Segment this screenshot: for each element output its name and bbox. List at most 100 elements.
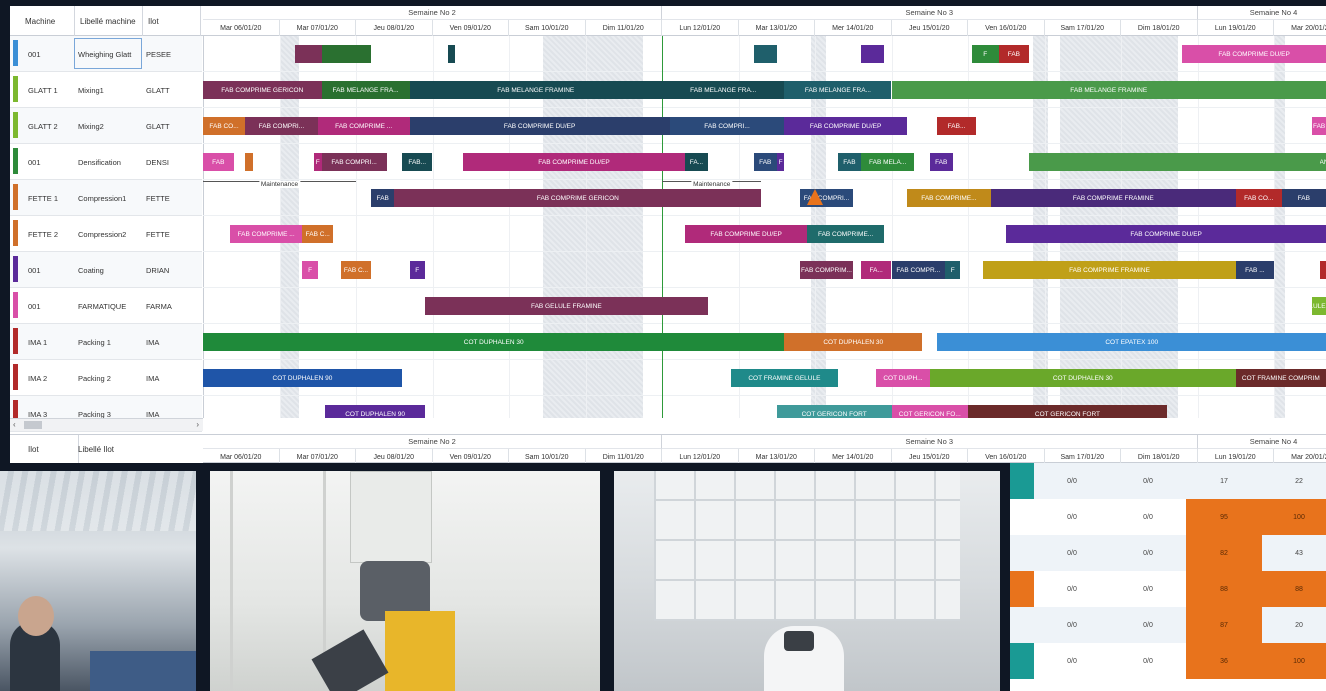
task-bar[interactable]: FAB COMPRIME DU/EP: [1006, 225, 1326, 243]
load-cell[interactable]: 17: [1186, 463, 1262, 499]
task-bar[interactable]: FAB MELANGE FRA...: [662, 81, 785, 99]
task-bar[interactable]: FAB C...: [340, 261, 372, 279]
load-cell[interactable]: 100: [1262, 499, 1326, 535]
task-bar[interactable]: F: [776, 153, 785, 171]
task-bar[interactable]: FAB COMPRI...: [669, 117, 785, 135]
task-bar[interactable]: COT DUPHALEN 30: [929, 369, 1236, 387]
col-ilot-header[interactable]: Ilot: [143, 6, 201, 36]
task-bar[interactable]: [245, 153, 253, 171]
machine-row[interactable]: FETTE 1 Compression1 FETTE: [10, 180, 202, 216]
maintenance-marker[interactable]: Maintenance: [203, 181, 356, 190]
col-libelle-header[interactable]: Libellé machine: [75, 6, 143, 36]
load-cell[interactable]: 0/0: [1110, 535, 1186, 571]
task-bar[interactable]: COT DUPHALEN 30: [784, 333, 923, 351]
task-bar[interactable]: COT GERICON FO...: [891, 405, 968, 418]
task-bar[interactable]: COT FRAMINE COMPRIM: [1235, 369, 1326, 387]
task-bar[interactable]: FAB COMPRIME DU/EP: [784, 117, 907, 135]
task-bar[interactable]: FAB COMPRIME ...: [229, 225, 303, 243]
day-header[interactable]: Ven 09/01/20: [433, 20, 509, 36]
machine-row[interactable]: 001 FARMATIQUE FARMA: [10, 288, 202, 324]
day-header[interactable]: Lun 12/01/20: [662, 449, 739, 463]
day-header[interactable]: Mar 20/01/20: [1274, 20, 1326, 36]
task-bar[interactable]: FAB ...: [1235, 261, 1274, 279]
load-cell[interactable]: 0/0: [1034, 499, 1110, 535]
task-bar[interactable]: FAB: [837, 153, 861, 171]
day-header[interactable]: Mer 14/01/20: [815, 20, 892, 36]
day-header[interactable]: Mar 13/01/20: [739, 449, 815, 463]
scroll-left-icon[interactable]: ‹: [13, 420, 16, 429]
task-bar[interactable]: FAB COMPR...: [891, 261, 946, 279]
load-cell[interactable]: 43: [1262, 535, 1326, 571]
machine-row[interactable]: 001 Densification DENSI: [10, 144, 202, 180]
task-bar[interactable]: FAB GELULE FRAMIN: [1312, 297, 1326, 315]
task-bar[interactable]: COT DUPHALEN 90: [325, 405, 425, 418]
load-cell[interactable]: 0/0: [1110, 499, 1186, 535]
day-header[interactable]: Mar 06/01/20: [203, 20, 280, 36]
load-cell[interactable]: 20: [1262, 607, 1326, 643]
load-cell[interactable]: 36: [1186, 643, 1262, 679]
task-bar[interactable]: FAB: [203, 153, 234, 171]
day-header[interactable]: Ven 16/01/20: [968, 449, 1045, 463]
machine-row[interactable]: FETTE 2 Compression2 FETTE: [10, 216, 202, 252]
task-bar[interactable]: FAB MELANGE FRAMINE: [409, 81, 662, 99]
task-bar[interactable]: FAB: [929, 153, 953, 171]
footer-ilot-header[interactable]: Ilot: [20, 435, 79, 463]
task-bar[interactable]: FAB COMPRIME DU/EP: [684, 225, 808, 243]
machine-row[interactable]: 001 Wheighing Glatt PESEE: [10, 36, 202, 72]
load-cell[interactable]: 95: [1186, 499, 1262, 535]
machine-row[interactable]: IMA 2 Packing 2 IMA: [10, 360, 202, 396]
day-header[interactable]: Mar 13/01/20: [739, 20, 815, 36]
task-bar[interactable]: FA...: [860, 261, 892, 279]
task-bar[interactable]: F: [409, 261, 425, 279]
task-bar[interactable]: FAB COMPRIME GERICON: [394, 189, 762, 207]
day-header[interactable]: Jeu 08/01/20: [356, 20, 433, 36]
task-bar[interactable]: FA...: [684, 153, 708, 171]
day-header[interactable]: Ven 09/01/20: [433, 449, 509, 463]
day-header[interactable]: Mar 07/01/20: [280, 20, 356, 36]
col-machine-header[interactable]: Machine: [20, 6, 75, 36]
task-bar[interactable]: FAB: [998, 45, 1030, 63]
machine-row[interactable]: 001 Coating DRIAN: [10, 252, 202, 288]
task-bar[interactable]: [753, 45, 777, 63]
task-bar[interactable]: COT DUPH...: [876, 369, 930, 387]
load-cell[interactable]: 0/0: [1034, 571, 1110, 607]
task-bar[interactable]: FAB GELULE FRAMINE: [424, 297, 708, 315]
footer-libelle-header[interactable]: Libellé Ilot: [78, 435, 114, 463]
load-cell[interactable]: 82: [1186, 535, 1262, 571]
task-bar[interactable]: FAB...: [937, 117, 976, 135]
task-bar[interactable]: FAB COMPRI...: [321, 153, 387, 171]
day-header[interactable]: Sam 10/01/20: [509, 20, 586, 36]
day-header[interactable]: Jeu 15/01/20: [892, 20, 968, 36]
task-bar[interactable]: FAB MELANGE FR...: [1319, 153, 1326, 171]
task-bar[interactable]: F: [945, 261, 961, 279]
task-bar[interactable]: FAB: [1312, 117, 1326, 135]
task-bar[interactable]: F: [971, 45, 999, 63]
task-bar[interactable]: [321, 45, 372, 63]
day-header[interactable]: Sam 10/01/20: [509, 449, 586, 463]
task-bar[interactable]: FAB COMPRIME...: [906, 189, 991, 207]
task-bar[interactable]: FAB COMPRIME ...: [317, 117, 410, 135]
day-header[interactable]: Lun 19/01/20: [1198, 20, 1274, 36]
load-cell[interactable]: 22: [1262, 463, 1326, 499]
task-bar[interactable]: FAB COMPRIME...: [807, 225, 884, 243]
task-bar[interactable]: FAB MELANGE FRA...: [784, 81, 892, 99]
scroll-right-icon[interactable]: ›: [196, 420, 199, 429]
task-bar[interactable]: COT EPATEX 100: [937, 333, 1326, 351]
task-bar[interactable]: COT FRAMINE GELULE: [730, 369, 838, 387]
scrollbar-thumb[interactable]: [24, 421, 42, 429]
day-header[interactable]: Mer 14/01/20: [815, 449, 892, 463]
day-header[interactable]: Sam 17/01/20: [1045, 449, 1121, 463]
task-bar[interactable]: FAB MELANGE FRAMINE: [891, 81, 1326, 99]
task-bar[interactable]: COT DUPHALEN 90: [203, 369, 402, 387]
load-cell[interactable]: 0/0: [1034, 463, 1110, 499]
day-header[interactable]: Dim 18/01/20: [1121, 20, 1198, 36]
day-header[interactable]: Sam 17/01/20: [1045, 20, 1121, 36]
maintenance-marker[interactable]: Maintenance: [662, 181, 762, 190]
task-bar[interactable]: FAB COMPRIME DU/EP: [1182, 45, 1326, 63]
task-bar[interactable]: F: [302, 261, 318, 279]
task-bar[interactable]: FAB: [371, 189, 395, 207]
task-bar[interactable]: FAB COMPRIME DU/EP: [409, 117, 670, 135]
task-bar[interactable]: FAB COMPRIME DU/EP: [463, 153, 685, 171]
day-header[interactable]: Mar 06/01/20: [203, 449, 280, 463]
task-bar[interactable]: F: [313, 153, 322, 171]
